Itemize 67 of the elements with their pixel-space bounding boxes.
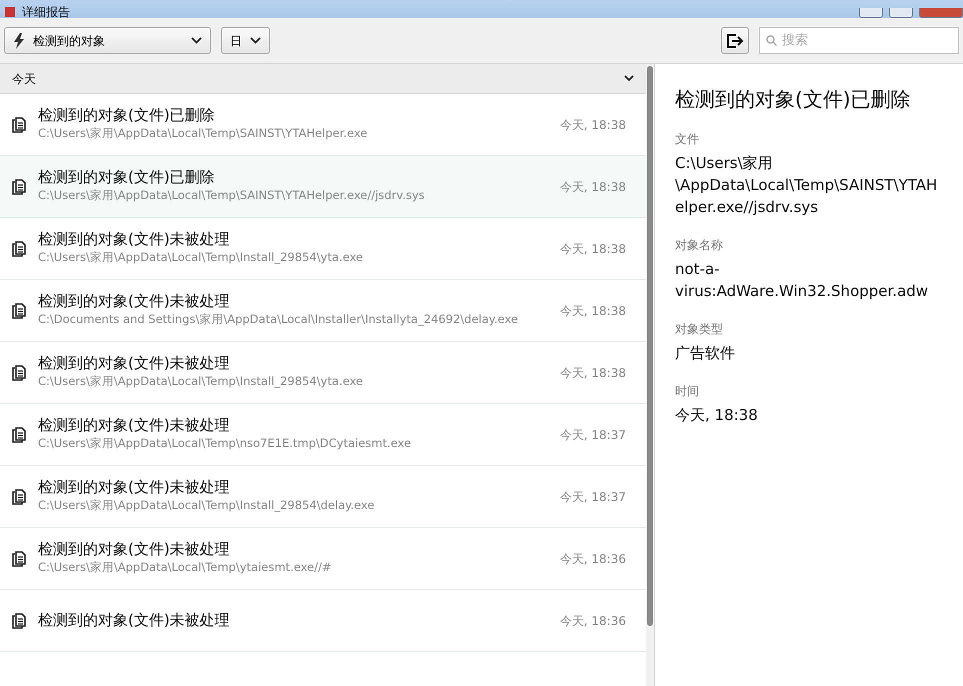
item-title: 检测到的对象(文件)未被处理 bbox=[38, 611, 230, 630]
app-icon bbox=[4, 6, 16, 18]
report-item[interactable]: 检测到的对象(文件)未被处理 C:\Users\家用\AppData\Local\Temp\ytaiesmt.exe//# 今天, 18:36 bbox=[0, 528, 646, 590]
item-time: 今天, 18:37 bbox=[560, 488, 626, 506]
group-label: 今天 bbox=[12, 70, 36, 88]
item-path: C:\Users\家用\AppData\Local\Temp\Install_29854\delay.exe bbox=[38, 497, 374, 514]
item-path: C:\Users\家用\AppData\Local\Temp\SAINST\YTAHelper.exe//jsdrv.sys bbox=[38, 187, 425, 204]
field-value: not-a-virus:AdWare.Win32.Shopper.adw bbox=[675, 259, 930, 302]
item-title: 检测到的对象(文件)未被处理 bbox=[38, 354, 231, 374]
documents-icon bbox=[12, 364, 26, 380]
group-header[interactable]: 今天 bbox=[0, 64, 646, 94]
item-time: 今天, 18:38 bbox=[560, 364, 626, 382]
period-dropdown[interactable]: 日 bbox=[221, 27, 270, 54]
field-value: C:\Users\家用\AppData\Local\Temp\SAINST\YTAHelper.exe//jsdrv.sys bbox=[675, 153, 938, 218]
item-path: C:\Users\家用\AppData\Local\Temp\ytaiesmt.exe//# bbox=[38, 559, 332, 576]
filter-dropdown[interactable]: 检测到的对象 bbox=[4, 27, 211, 54]
documents-icon bbox=[12, 240, 26, 256]
detail-title: 检测到的对象(文件)已删除 bbox=[675, 86, 912, 113]
export-icon bbox=[726, 32, 744, 48]
item-time: 今天, 18:38 bbox=[560, 178, 626, 196]
item-path: C:\Users\家用\AppData\Local\Temp\nso7E1E.tmp\DCytaiesmt.exe bbox=[38, 435, 412, 452]
documents-icon bbox=[12, 612, 26, 628]
item-time: 今天, 18:38 bbox=[560, 116, 626, 134]
documents-icon bbox=[12, 550, 26, 566]
scrollbar-thumb[interactable] bbox=[647, 66, 653, 626]
documents-icon bbox=[12, 178, 26, 194]
report-item[interactable]: 检测到的对象(文件)未被处理 C:\Documents and Settings\家用\AppData\Local\Installer\Installyta_24692\delay.exe 今天, 18:38 bbox=[0, 280, 646, 342]
documents-icon bbox=[12, 488, 26, 504]
report-item[interactable]: 检测到的对象(文件)已删除 C:\Users\家用\AppData\Local\Temp\SAINST\YTAHelper.exe//jsdrv.sys 今天, 18:38 bbox=[0, 156, 646, 218]
report-item[interactable]: 检测到的对象(文件)未被处理 今天, 18:36 bbox=[0, 590, 646, 652]
window-title: 详细报告 bbox=[22, 6, 70, 18]
item-path: C:\Users\家用\AppData\Local\Temp\Install_29854\yta.exe bbox=[38, 373, 363, 390]
caret-icon bbox=[250, 37, 261, 44]
item-title: 检测到的对象(文件)未被处理 bbox=[38, 478, 231, 498]
item-time: 今天, 18:36 bbox=[560, 612, 626, 630]
field-label: 时间 bbox=[675, 383, 700, 400]
field-value: 今天, 18:38 bbox=[675, 405, 759, 426]
report-item[interactable]: 检测到的对象(文件)未被处理 C:\Users\家用\AppData\Local\Temp\nso7E1E.tmp\DCytaiesmt.exe 今天, 18:37 bbox=[0, 404, 646, 466]
documents-icon bbox=[12, 426, 26, 442]
report-item[interactable]: 检测到的对象(文件)未被处理 C:\Users\家用\AppData\Local\Temp\Install_29854\yta.exe 今天, 18:38 bbox=[0, 342, 646, 404]
item-time: 今天, 18:38 bbox=[560, 240, 626, 258]
item-time: 今天, 18:38 bbox=[560, 302, 626, 320]
item-title: 检测到的对象(文件)未被处理 bbox=[38, 416, 231, 436]
search-field[interactable]: 搜索 bbox=[759, 27, 959, 54]
field-label: 对象名称 bbox=[675, 237, 724, 254]
field-value: 广告软件 bbox=[675, 343, 736, 364]
field-label: 对象类型 bbox=[675, 321, 724, 338]
documents-icon bbox=[12, 302, 26, 318]
caret-icon bbox=[191, 37, 202, 44]
report-item[interactable]: 检测到的对象(文件)未被处理 C:\Users\家用\AppData\Local\Temp\Install_29854\delay.exe 今天, 18:37 bbox=[0, 466, 646, 528]
item-time: 今天, 18:36 bbox=[560, 550, 626, 568]
field-label: 文件 bbox=[675, 131, 700, 148]
export-button[interactable] bbox=[721, 27, 749, 54]
item-title: 检测到的对象(文件)已删除 bbox=[38, 106, 216, 126]
item-title: 检测到的对象(文件)未被处理 bbox=[38, 540, 231, 560]
maximize-button[interactable] bbox=[889, 8, 913, 18]
documents-icon bbox=[12, 116, 26, 132]
item-path: C:\Users\家用\AppData\Local\Temp\Install_29854\yta.exe bbox=[38, 249, 363, 266]
item-title: 检测到的对象(文件)已删除 bbox=[38, 168, 216, 188]
item-title: 检测到的对象(文件)未被处理 bbox=[38, 292, 231, 312]
item-path: C:\Users\家用\AppData\Local\Temp\SAINST\YTAHelper.exe bbox=[38, 125, 368, 142]
minimize-button[interactable] bbox=[859, 8, 883, 18]
item-time: 今天, 18:37 bbox=[560, 426, 626, 444]
lightning-icon bbox=[13, 32, 25, 48]
item-path: C:\Documents and Settings\家用\AppData\Local\Installer\Installyta_24692\delay.exe bbox=[38, 311, 518, 328]
report-item[interactable]: 检测到的对象(文件)未被处理 C:\Users\家用\AppData\Local\Temp\Install_29854\yta.exe 今天, 18:38 bbox=[0, 218, 646, 280]
item-title: 检测到的对象(文件)未被处理 bbox=[38, 230, 231, 250]
